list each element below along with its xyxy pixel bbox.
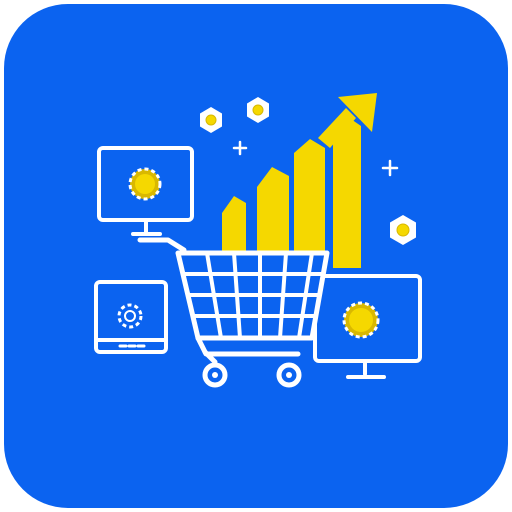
cart-wheel	[202, 362, 228, 388]
app-icon-graphic	[4, 4, 508, 508]
gear-icon	[128, 167, 162, 201]
growth-bar-3	[294, 139, 325, 262]
app-icon	[0, 0, 512, 512]
gear-icon	[342, 301, 380, 339]
cart-wheel	[276, 362, 302, 388]
